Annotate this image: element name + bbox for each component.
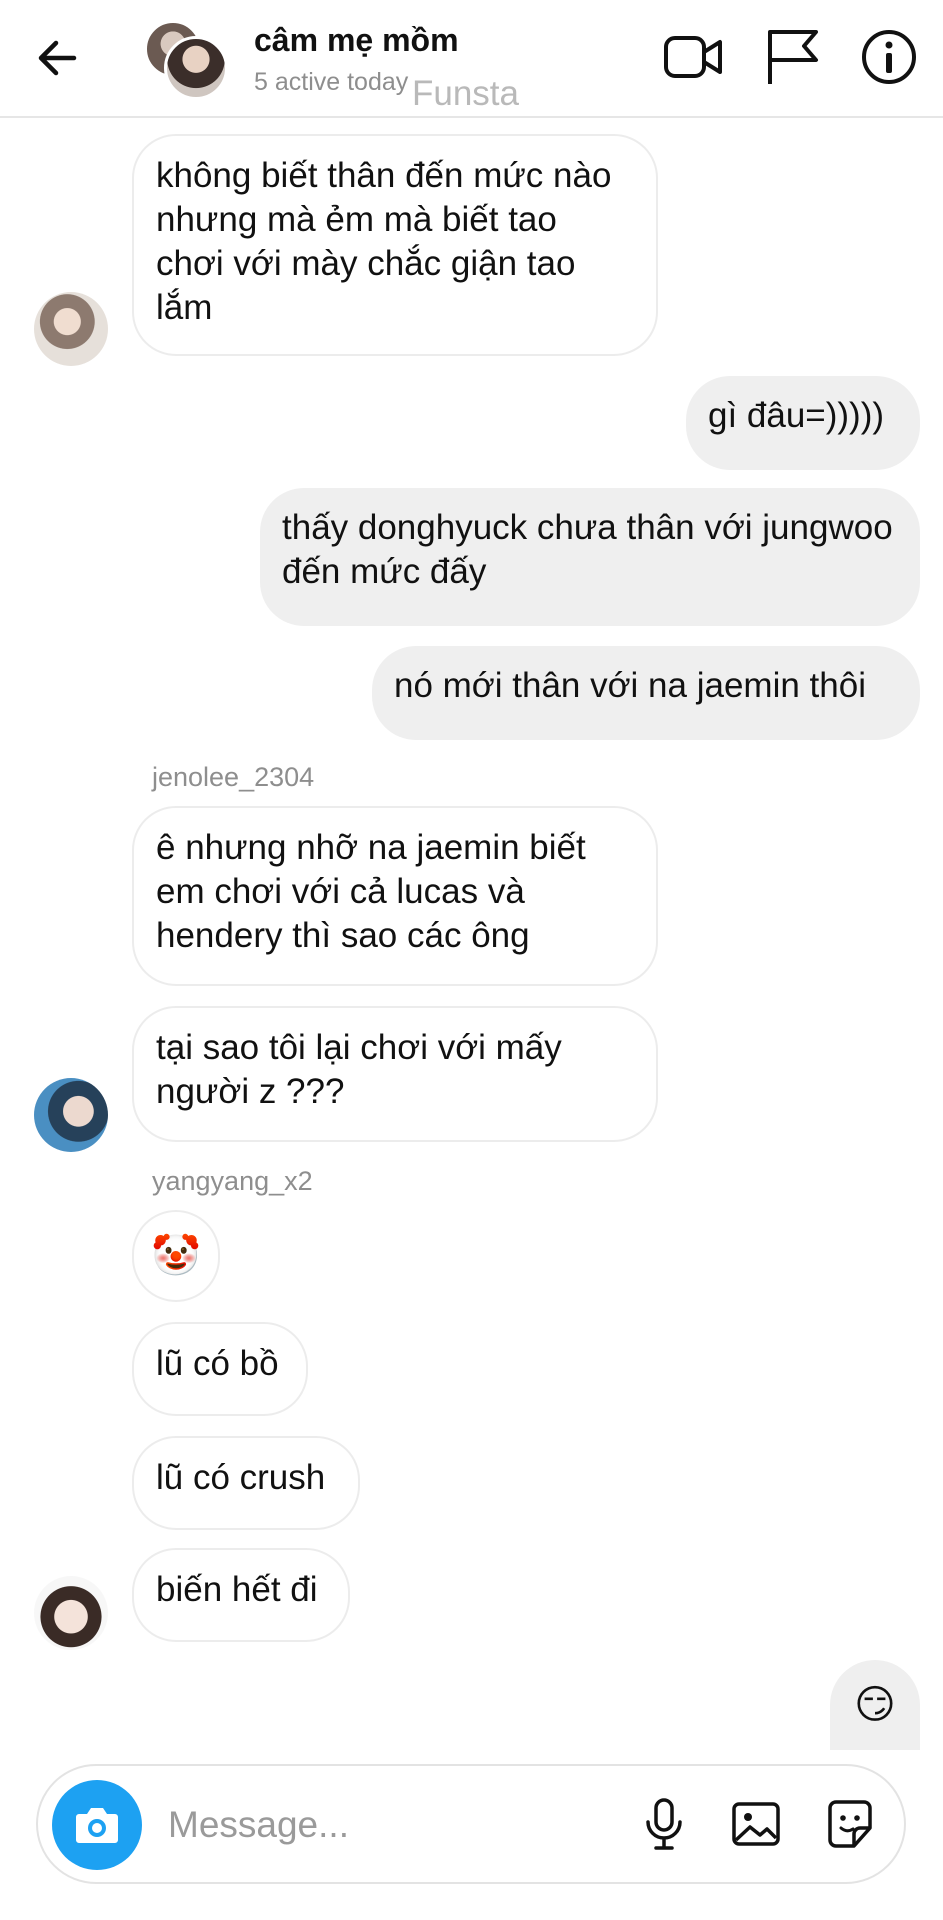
message-composer bbox=[36, 1764, 906, 1884]
active-status: 5 active today bbox=[254, 68, 409, 96]
smirk-emoji-message[interactable]: 😏 bbox=[830, 1660, 920, 1750]
message-bubble[interactable]: thấy donghyuck chưa thân với jungwoo đến… bbox=[260, 488, 920, 626]
sender-avatar[interactable] bbox=[34, 1576, 108, 1650]
camera-button[interactable] bbox=[52, 1780, 142, 1870]
info-icon[interactable] bbox=[856, 24, 922, 90]
chat-header: câm mẹ mồm 5 active today Funsta bbox=[0, 0, 943, 118]
group-avatar[interactable] bbox=[144, 20, 228, 100]
sender-avatar[interactable] bbox=[34, 1078, 108, 1152]
sender-name: yangyang_x2 bbox=[152, 1166, 313, 1196]
camera-icon bbox=[76, 1808, 118, 1843]
message-bubble[interactable]: lũ có crush bbox=[132, 1436, 360, 1530]
message-bubble[interactable]: gì đâu=))))) bbox=[686, 376, 920, 470]
sender-name: jenolee_2304 bbox=[152, 762, 315, 792]
back-arrow-icon[interactable] bbox=[28, 28, 88, 88]
sticker-icon[interactable] bbox=[820, 1794, 880, 1854]
microphone-icon[interactable] bbox=[634, 1794, 694, 1854]
flag-icon[interactable] bbox=[760, 24, 826, 90]
watermark: Funsta bbox=[412, 74, 519, 113]
group-avatar-front bbox=[164, 36, 228, 100]
message-bubble[interactable]: không biết thân đến mức nào nhưng mà ẻm … bbox=[132, 134, 658, 356]
message-bubble[interactable]: lũ có bồ bbox=[132, 1322, 308, 1416]
message-bubble[interactable]: ê nhưng nhỡ na jaemin biết em chơi với c… bbox=[132, 806, 658, 986]
message-bubble[interactable]: nó mới thân với na jaemin thôi bbox=[372, 646, 920, 740]
message-bubble[interactable]: biến hết đi bbox=[132, 1548, 350, 1642]
message-input[interactable] bbox=[166, 1796, 650, 1854]
message-bubble[interactable]: tại sao tôi lại chơi với mấy người z ??? bbox=[132, 1006, 658, 1142]
sender-avatar[interactable] bbox=[34, 292, 108, 366]
chat-title[interactable]: câm mẹ mồm bbox=[254, 22, 459, 59]
image-icon[interactable] bbox=[726, 1794, 786, 1854]
clown-emoji-message[interactable]: 🤡 bbox=[132, 1210, 220, 1302]
video-camera-icon[interactable] bbox=[660, 24, 726, 90]
